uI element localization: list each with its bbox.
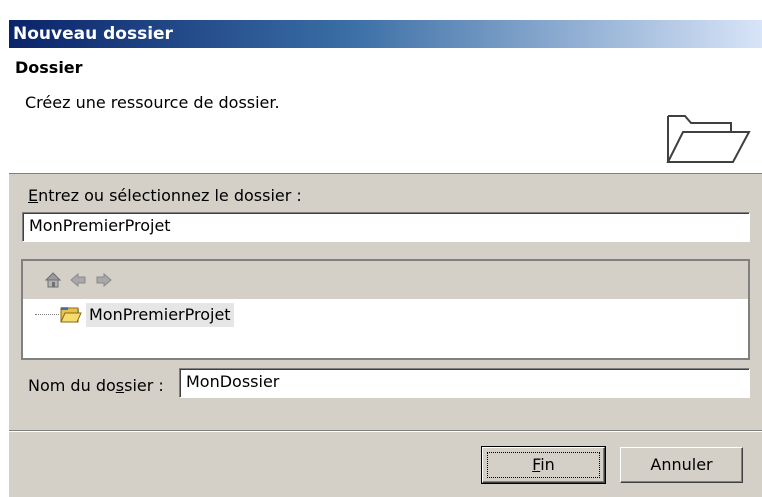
forward-arrow-icon[interactable] (95, 271, 113, 289)
folder-tree[interactable]: MonPremierProjet (21, 259, 750, 360)
button-bar-separator (9, 430, 762, 432)
header-description: Créez une ressource de dossier. (25, 93, 280, 112)
folder-name-label-mnemonic: s (115, 376, 125, 395)
parent-folder-label-rest: ntrez ou sélectionnez le dossier : (38, 186, 302, 205)
cancel-button[interactable]: Annuler (620, 447, 743, 483)
open-folder-icon (666, 115, 751, 163)
cancel-button-label: Annuler (650, 455, 713, 474)
tree-connector-line (35, 314, 59, 315)
finish-button[interactable]: Fin (481, 446, 606, 484)
header-title: Dossier (15, 58, 83, 77)
folder-name-label-part2: sier : (124, 376, 164, 395)
tree-item-label[interactable]: MonPremierProjet (86, 303, 234, 327)
parent-folder-label-mnemonic: E (28, 186, 39, 205)
finish-button-label: Fin (532, 455, 555, 474)
home-icon[interactable] (44, 271, 62, 289)
tree-item[interactable]: MonPremierProjet (23, 299, 748, 331)
parent-folder-input[interactable]: MonPremierProjet (22, 212, 750, 242)
wizard-header: Dossier Créez une ressource de dossier. (9, 48, 762, 174)
project-folder-icon (60, 307, 82, 323)
window-title: Nouveau dossier (13, 24, 173, 44)
folder-name-label-part1: Nom du do (28, 376, 116, 395)
finish-button-mnemonic: F (532, 455, 541, 474)
finish-button-label-rest: in (540, 455, 555, 474)
new-folder-dialog: Nouveau dossier Dossier Créez une ressou… (9, 20, 762, 497)
folder-name-input[interactable]: MonDossier (179, 368, 750, 398)
back-arrow-icon[interactable] (69, 271, 87, 289)
tree-toolbar (23, 261, 748, 299)
folder-name-label: Nom du dossier : (28, 376, 164, 395)
parent-folder-label: Entrez ou sélectionnez le dossier : (28, 186, 302, 205)
title-bar[interactable]: Nouveau dossier (9, 20, 762, 48)
